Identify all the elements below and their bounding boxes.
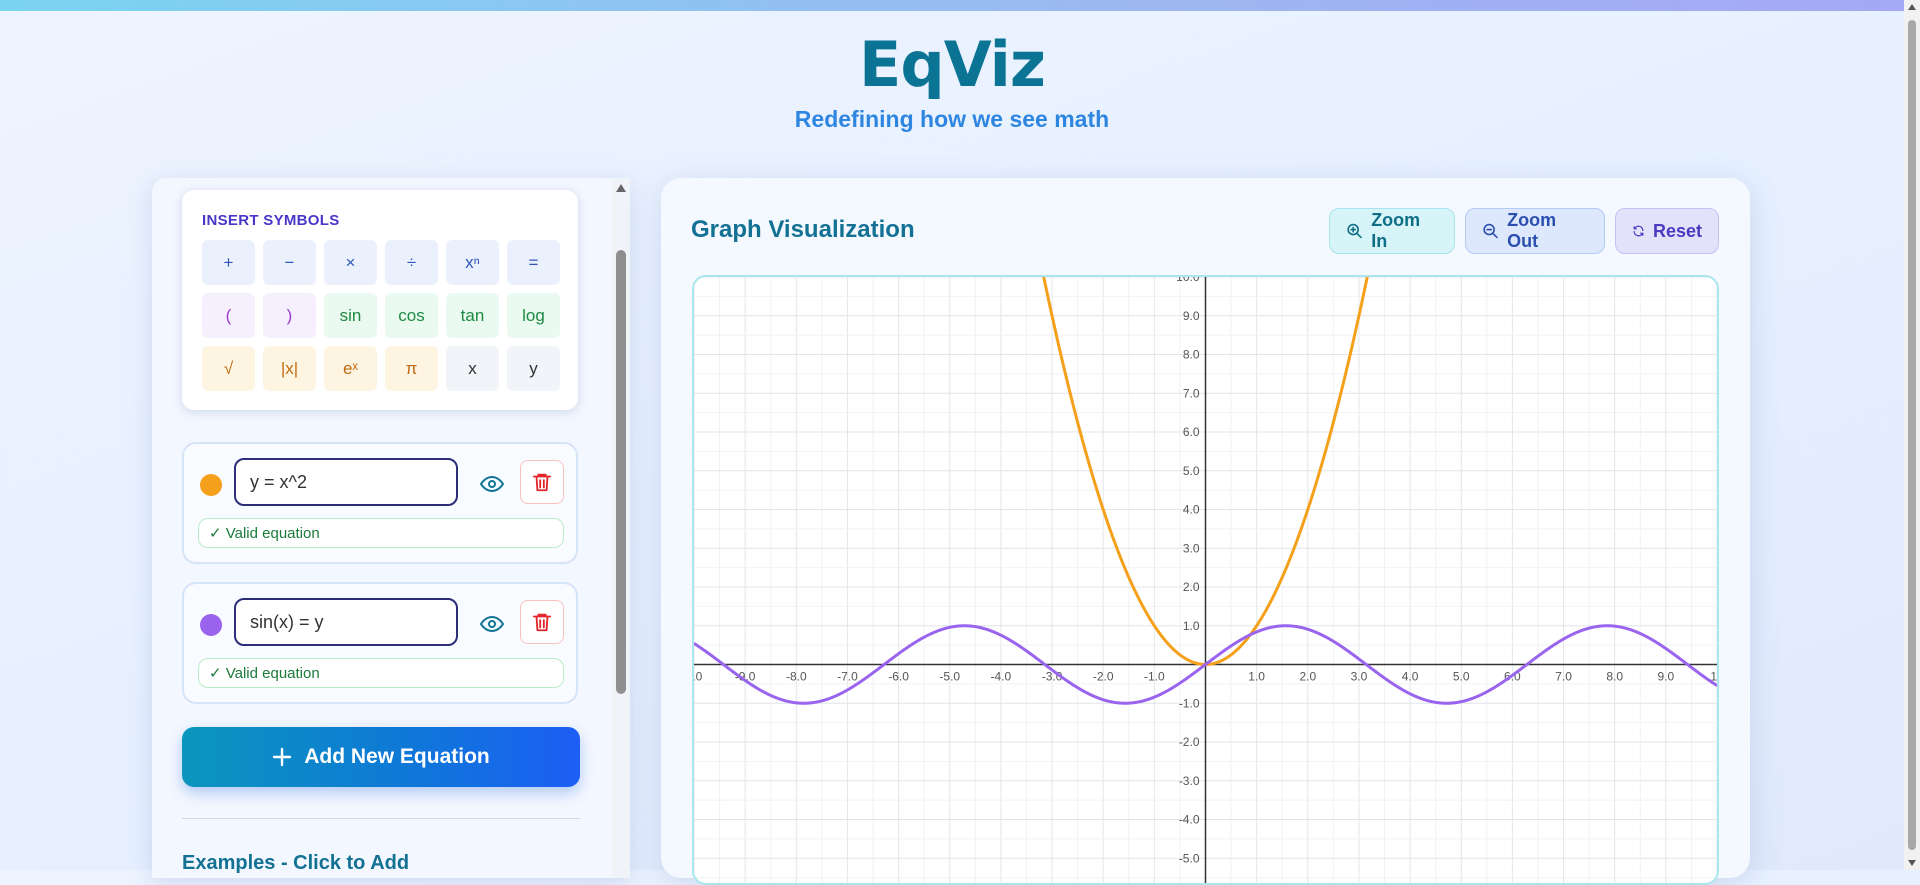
x-tick-label: 8.0 xyxy=(1606,670,1623,684)
x-tick-label: -7.0 xyxy=(837,670,858,684)
x-tick-label: -5.0 xyxy=(939,670,960,684)
validation-status: ✓ Valid equation xyxy=(198,518,564,548)
symbol-button[interactable]: + xyxy=(202,240,255,285)
y-tick-label: 8.0 xyxy=(1183,348,1200,362)
validation-status: ✓ Valid equation xyxy=(198,658,564,688)
y-tick-label: 10.0 xyxy=(1176,277,1200,284)
symbol-button[interactable]: log xyxy=(507,293,560,338)
x-tick-label: 0.0 xyxy=(694,670,703,684)
y-tick-label: 2.0 xyxy=(1183,580,1200,594)
toggle-visibility-button[interactable] xyxy=(474,606,510,642)
delete-equation-button[interactable] xyxy=(520,460,564,504)
y-tick-label: -5.0 xyxy=(1179,851,1200,865)
app-subtitle: Redefining how we see math xyxy=(794,106,1110,132)
zoom-in-button[interactable]: Zoom In xyxy=(1329,208,1455,254)
scroll-up-arrow-icon[interactable] xyxy=(1908,4,1916,10)
symbol-button[interactable]: xⁿ xyxy=(446,240,499,285)
refresh-icon xyxy=(1633,225,1644,237)
reset-button[interactable]: Reset xyxy=(1615,208,1719,254)
top-accent-bar xyxy=(0,0,1904,11)
page-scrollbar-thumb[interactable] xyxy=(1908,20,1916,850)
zoom-out-icon xyxy=(1483,223,1498,239)
add-equation-button[interactable]: Add New Equation xyxy=(182,727,580,787)
x-tick-label: 2.0 xyxy=(1299,670,1316,684)
symbol-grid: + − × ÷ xⁿ = () sin cos tan log √ |x| eˣ π x y xyxy=(202,240,560,391)
app-title: EqViz xyxy=(859,28,1046,101)
x-tick-label: -4.0 xyxy=(991,670,1012,684)
symbol-button[interactable]: ( xyxy=(202,293,255,338)
plus-icon xyxy=(273,747,292,767)
x-tick-label: 7.0 xyxy=(1555,670,1572,684)
zoom-out-button[interactable]: Zoom Out xyxy=(1465,208,1605,254)
equation-card: ✓ Valid equation xyxy=(182,442,578,564)
zoom-in-label: Zoom In xyxy=(1371,210,1421,251)
x-tick-label: 1.0 xyxy=(1248,670,1265,684)
symbol-button[interactable]: eˣ xyxy=(324,346,377,391)
toggle-visibility-button[interactable] xyxy=(474,466,510,502)
symbol-button[interactable]: − xyxy=(263,240,316,285)
x-tick-label: 3.0 xyxy=(1351,670,1368,684)
symbol-palette: INSERT SYMBOLS + − × ÷ xⁿ = () sin cos tan log √ |x|… xyxy=(182,190,578,410)
zoom-in-icon xyxy=(1347,223,1362,239)
y-tick-label: 9.0 xyxy=(1183,309,1200,323)
y-tick-label: -2.0 xyxy=(1179,735,1200,749)
x-tick-label: -8.0 xyxy=(786,670,807,684)
symbol-button[interactable]: tan xyxy=(446,293,499,338)
add-equation-label: Add New Equation xyxy=(304,745,490,768)
equation-input[interactable] xyxy=(234,458,458,506)
symbol-button[interactable]: sin xyxy=(324,293,377,338)
y-tick-label: 7.0 xyxy=(1183,386,1200,400)
y-tick-label: 3.0 xyxy=(1183,541,1200,555)
graph-canvas[interactable]: 0.0-9.0-8.0-7.0-6.0-5.0-4.0-3.0-2.0-1.01… xyxy=(692,275,1719,885)
scroll-down-arrow-icon[interactable] xyxy=(1908,860,1916,866)
y-tick-label: 4.0 xyxy=(1183,503,1200,517)
graph-plot[interactable]: 0.0-9.0-8.0-7.0-6.0-5.0-4.0-3.0-2.0-1.01… xyxy=(694,277,1717,883)
x-tick-label: 4.0 xyxy=(1402,670,1419,684)
equation-color-dot[interactable] xyxy=(200,474,222,496)
x-tick-label: -2.0 xyxy=(1093,670,1114,684)
zoom-out-label: Zoom Out xyxy=(1507,210,1557,251)
trash-icon xyxy=(532,613,552,632)
y-tick-label: 1.0 xyxy=(1183,619,1200,633)
symbol-button[interactable]: × xyxy=(324,240,377,285)
symbol-button[interactable]: |x| xyxy=(263,346,316,391)
symbol-button[interactable]: ÷ xyxy=(385,240,438,285)
symbol-button[interactable]: = xyxy=(507,240,560,285)
y-tick-label: 5.0 xyxy=(1183,464,1200,478)
graph-panel: Graph Visualization Zoom In Zoom Out Res… xyxy=(661,178,1750,885)
y-tick-label: -3.0 xyxy=(1179,774,1200,788)
x-tick-label: -1.0 xyxy=(1144,670,1165,684)
symbol-button[interactable]: ) xyxy=(263,293,316,338)
section-divider xyxy=(182,818,580,819)
page-scrollbar[interactable] xyxy=(1904,0,1920,870)
x-tick-label: 9.0 xyxy=(1658,670,1675,684)
equation-panel-scrollbar-thumb[interactable] xyxy=(616,250,626,694)
x-tick-label: -6.0 xyxy=(888,670,909,684)
symbol-button[interactable]: cos xyxy=(385,293,438,338)
symbol-button[interactable]: √ xyxy=(202,346,255,391)
equation-input[interactable] xyxy=(234,598,458,646)
symbol-button[interactable]: x xyxy=(446,346,499,391)
x-tick-label: 5.0 xyxy=(1453,670,1470,684)
delete-equation-button[interactable] xyxy=(520,600,564,644)
symbol-palette-title: INSERT SYMBOLS xyxy=(202,212,340,229)
equation-card: ✓ Valid equation xyxy=(182,582,578,704)
trash-icon xyxy=(532,473,552,492)
examples-heading: Examples - Click to Add xyxy=(182,852,410,874)
eye-icon xyxy=(480,475,504,493)
symbol-button[interactable]: y xyxy=(507,346,560,391)
eye-icon xyxy=(480,615,504,633)
reset-label: Reset xyxy=(1652,220,1702,241)
symbol-button[interactable]: π xyxy=(385,346,438,391)
equation-color-dot[interactable] xyxy=(200,614,222,636)
panel-scroll-up-icon[interactable] xyxy=(616,184,626,192)
graph-title: Graph Visualization xyxy=(691,216,915,243)
y-tick-label: 6.0 xyxy=(1183,425,1200,439)
y-tick-label: -1.0 xyxy=(1179,696,1200,710)
y-tick-label: -4.0 xyxy=(1179,813,1200,827)
equation-panel-scrollbar[interactable] xyxy=(612,178,630,878)
